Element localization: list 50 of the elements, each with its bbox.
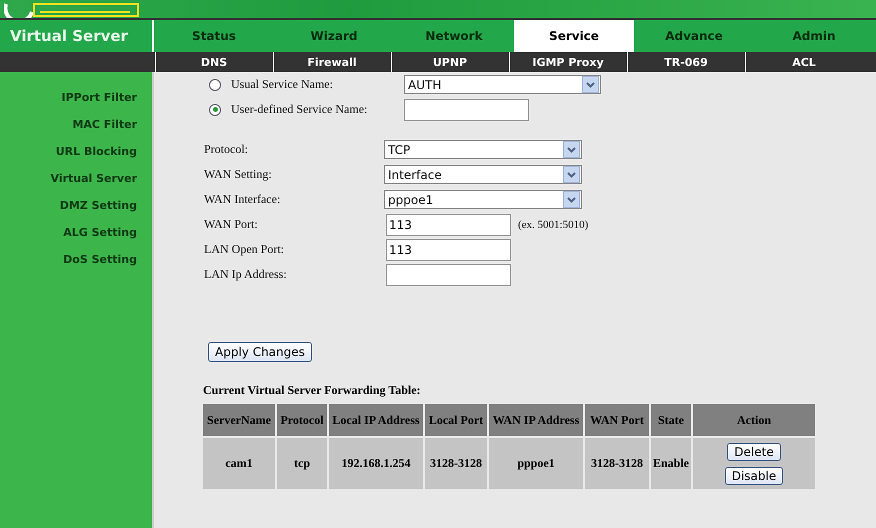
sidebar-link[interactable]: IPPort Filter <box>62 89 137 106</box>
nav-tab[interactable]: Service <box>514 20 634 52</box>
sidebar-link[interactable]: ALG Setting <box>63 224 137 241</box>
apply-changes-button[interactable]: Apply Changes <box>208 342 312 362</box>
field-label: LAN Ip Address: <box>204 267 288 282</box>
radio-button[interactable] <box>209 104 221 116</box>
table-cell: 3128-3128 <box>585 438 649 489</box>
field-label: WAN Setting: <box>204 167 273 182</box>
table-cell: tcp <box>277 438 327 489</box>
caret-icon <box>563 141 580 158</box>
caret-icon <box>563 166 580 183</box>
dropdown-field[interactable]: AUTH <box>404 75 601 94</box>
sidebar-link[interactable]: MAC Filter <box>72 116 137 133</box>
table-cell: Enable <box>651 438 691 489</box>
column-header: Protocol <box>277 404 327 436</box>
table-cell: pppoe1 <box>489 438 583 489</box>
column-header: Local IP Address <box>329 404 423 436</box>
table-cell: 3128-3128 <box>425 438 487 489</box>
table-cell: 192.168.1.254 <box>329 438 423 489</box>
column-header: Action <box>693 404 815 436</box>
caret-icon <box>582 76 599 93</box>
sidebar-link[interactable]: Virtual Server <box>50 170 137 187</box>
field-label: Protocol: <box>204 142 249 157</box>
text-field[interactable] <box>404 98 529 120</box>
column-header: State <box>651 404 691 436</box>
table-cell: cam1 <box>203 438 275 489</box>
column-header: WAN Port <box>585 404 649 436</box>
hint-text: (ex. 5001:5010) <box>518 218 588 230</box>
sidebar-link[interactable]: DMZ Setting <box>60 197 137 214</box>
field-label: LAN Open Port: <box>204 242 285 257</box>
sidebar-link[interactable]: URL Blocking <box>56 143 137 160</box>
field-label: WAN Interface: <box>204 192 282 207</box>
action-button[interactable]: Delete <box>727 442 781 460</box>
dropdown-field[interactable]: pppoe1 <box>384 190 582 209</box>
text-field[interactable]: 113 <box>386 238 511 260</box>
caret-icon <box>563 191 580 208</box>
column-header: Local Port <box>425 404 487 436</box>
field-label: User-defined Service Name: <box>231 102 368 117</box>
radio-button[interactable] <box>209 78 221 90</box>
dropdown-field[interactable]: Interface <box>384 165 582 184</box>
dropdown-field[interactable]: TCP <box>384 140 582 159</box>
column-header: ServerName <box>203 404 275 436</box>
sidebar-link[interactable]: DoS Setting <box>63 251 137 268</box>
field-label: Usual Service Name: <box>231 77 334 92</box>
table-title: Current Virtual Server Forwarding Table: <box>203 383 422 398</box>
field-label: WAN Port: <box>204 217 259 232</box>
action-button[interactable]: Disable <box>724 466 784 484</box>
column-header: WAN IP Address <box>489 404 583 436</box>
text-field[interactable]: 113 <box>386 214 511 236</box>
text-field[interactable] <box>386 264 511 286</box>
